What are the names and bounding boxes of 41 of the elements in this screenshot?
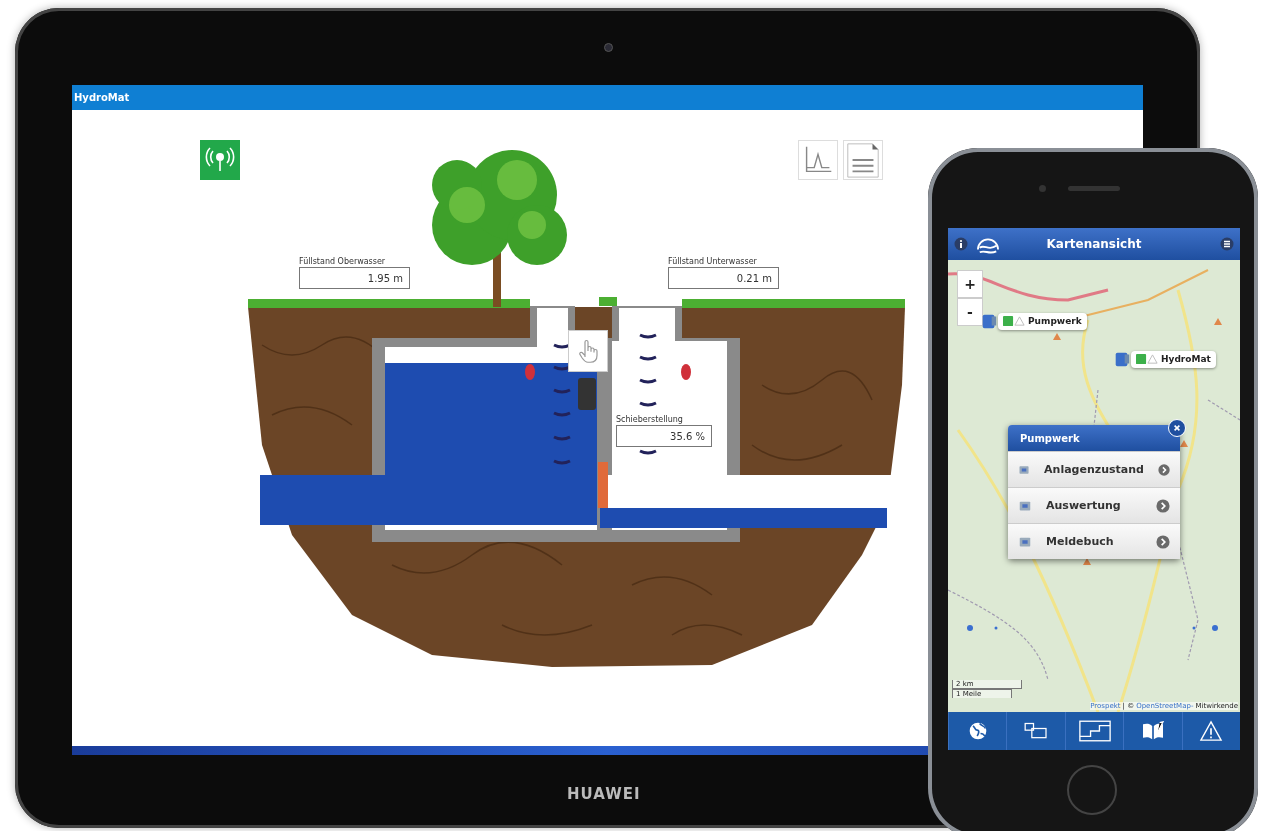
chart-button[interactable] xyxy=(798,140,838,180)
close-icon xyxy=(1173,424,1181,432)
chevron-icon xyxy=(1157,462,1170,477)
reading-field: 35.6 % xyxy=(616,425,712,447)
zoom-out-button[interactable]: - xyxy=(957,298,983,326)
book-icon xyxy=(1140,721,1165,741)
window-title: HydroMat xyxy=(74,92,130,103)
signal-button[interactable] xyxy=(200,140,240,180)
menu-button[interactable] xyxy=(1220,237,1234,251)
popup-menu-item[interactable]: Anlagenzustand xyxy=(1008,451,1180,487)
camera-icon xyxy=(604,43,613,52)
status-icons xyxy=(1136,353,1158,365)
document-button[interactable] xyxy=(843,140,883,180)
reading-label: Füllstand Oberwasser xyxy=(299,257,387,266)
warning-icon xyxy=(1199,720,1224,742)
info-button[interactable] xyxy=(954,237,968,251)
reading-field: 1.95 m xyxy=(299,267,410,289)
zoom-in-button[interactable]: + xyxy=(957,270,983,298)
diagram-icon xyxy=(1078,720,1111,742)
menu-icon xyxy=(1220,237,1234,251)
reading-field: 0.21 m xyxy=(668,267,779,289)
camera-icon xyxy=(1039,185,1046,192)
screens-icon xyxy=(1023,721,1050,741)
speaker-grille xyxy=(1068,186,1120,191)
device-icon xyxy=(980,312,998,330)
status-icons xyxy=(1003,315,1025,327)
popup-menu-item[interactable]: Meldebuch xyxy=(1008,523,1180,559)
chevron-icon xyxy=(1156,534,1170,549)
reading-label: Schieberstellung xyxy=(616,415,684,424)
popup-title: Pumpwerk xyxy=(1020,432,1080,444)
screen-title: Kartenansicht xyxy=(1046,237,1142,251)
document-icon xyxy=(844,141,882,179)
globe-icon xyxy=(967,721,988,741)
reading-label: Füllstand Unterwasser xyxy=(668,257,758,266)
device-icon xyxy=(1113,350,1131,368)
brand-logo: HUAWEI xyxy=(567,785,641,803)
info-icon xyxy=(954,237,968,251)
marker-name: Pumpwerk xyxy=(1028,316,1082,326)
popup-menu-item[interactable]: Auswertung xyxy=(1008,487,1180,523)
marker-name: HydroMat xyxy=(1161,354,1211,364)
chevron-icon xyxy=(1156,498,1170,513)
